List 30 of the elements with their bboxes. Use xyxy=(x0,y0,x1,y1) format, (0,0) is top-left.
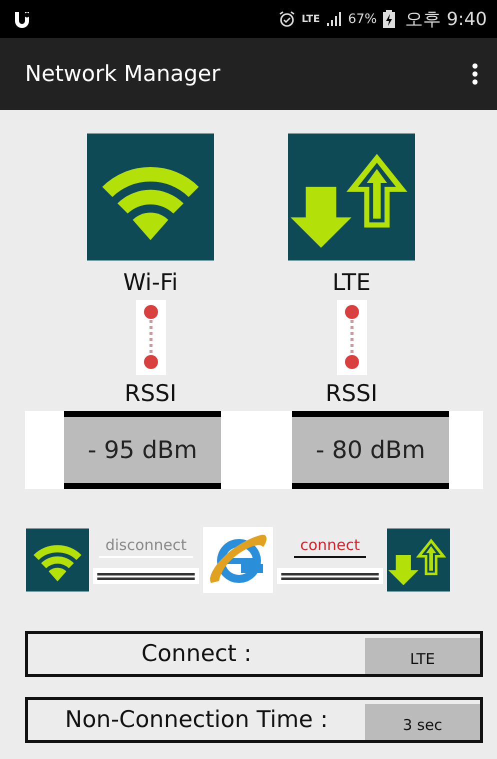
alarm-icon xyxy=(278,10,296,28)
network-name: LTE xyxy=(332,270,371,296)
info-label: Non-Connection Time : xyxy=(64,706,329,735)
signal-label: RSSI xyxy=(326,381,378,407)
info-label: Connect : xyxy=(140,640,253,669)
info-value: 3 sec xyxy=(365,704,480,740)
connector-icon xyxy=(336,300,366,375)
link-status: connect xyxy=(294,536,366,558)
signal-reading: - 80 dBm xyxy=(292,411,449,489)
wifi-icon[interactable] xyxy=(87,132,214,262)
info-value: LTE xyxy=(365,638,480,674)
cable-icon xyxy=(93,568,199,584)
app-logo-icon xyxy=(12,9,32,29)
cable-icon xyxy=(277,568,383,584)
up-down-arrows-icon xyxy=(387,528,450,592)
signal-label: RSSI xyxy=(124,381,176,407)
app-title: Network Manager xyxy=(25,62,220,86)
clock: 오후 9:40 xyxy=(404,8,487,31)
wifi-icon xyxy=(26,528,89,592)
battery-charging-icon xyxy=(382,10,395,28)
up-down-arrows-icon[interactable] xyxy=(288,132,415,262)
menu-icon[interactable] xyxy=(471,63,479,85)
network-type: LTE xyxy=(302,14,320,24)
link-status: disconnect xyxy=(99,536,193,558)
signal-icon xyxy=(326,11,342,27)
browser-globe-icon xyxy=(203,527,273,593)
battery-percent: 67% xyxy=(348,12,377,26)
network-name: Wi-Fi xyxy=(123,270,178,296)
connector-icon xyxy=(136,300,166,375)
signal-reading: - 95 dBm xyxy=(64,411,221,489)
